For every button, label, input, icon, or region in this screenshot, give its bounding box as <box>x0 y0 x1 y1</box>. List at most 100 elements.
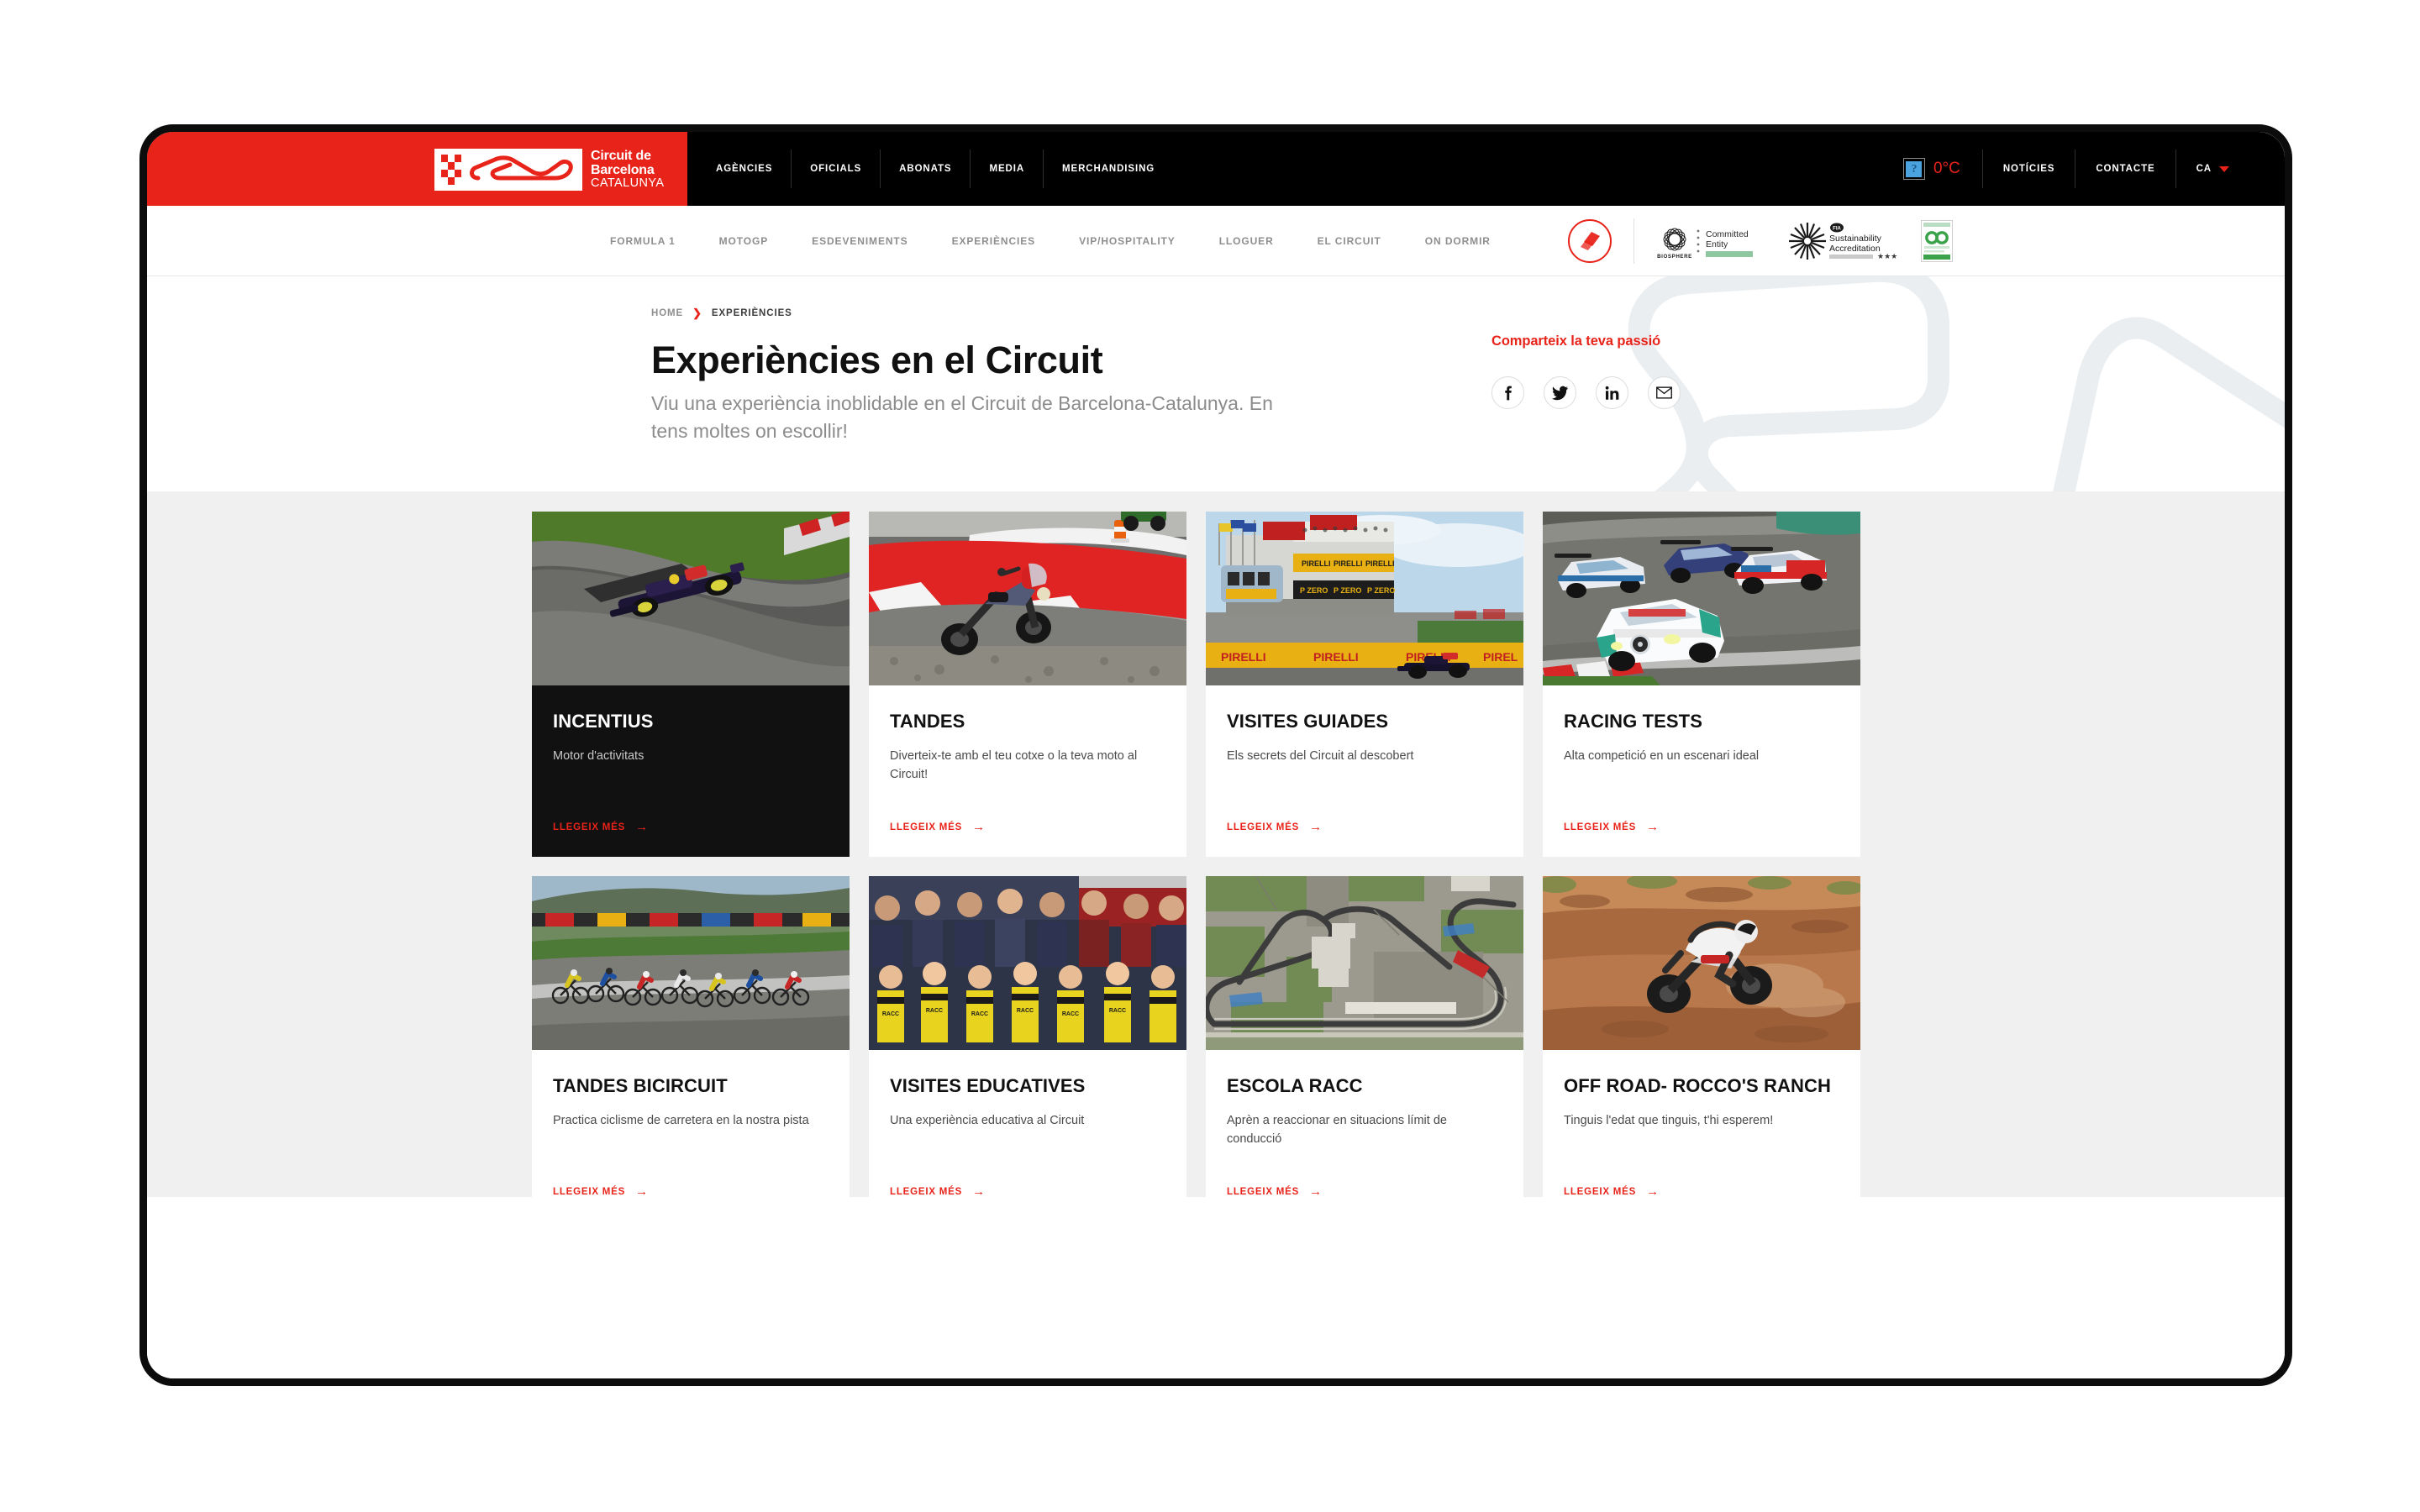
svg-text:FIA: FIA <box>1833 226 1841 231</box>
biosphere-committed-entity-text: Committed Entity <box>1697 229 1753 257</box>
share-facebook-button[interactable] <box>1491 376 1524 409</box>
card-read-more-link[interactable]: LLEGEIX MÉS → <box>890 821 986 833</box>
experience-card[interactable]: ESCOLA RACC Aprèn a reaccionar en situac… <box>1206 876 1523 1221</box>
topnav-item-media[interactable]: MEDIA <box>970 150 1043 188</box>
carbon-neutral-icon <box>1921 219 1953 262</box>
nav-item-experiencies[interactable]: EXPERIÈNCIES <box>930 235 1058 247</box>
card-title: TANDES <box>890 711 965 732</box>
share-twitter-button[interactable] <box>1544 376 1576 409</box>
language-value: CA <box>2196 164 2212 174</box>
svg-text:Accreditation: Accreditation <box>1829 244 1881 254</box>
linkedin-icon <box>1605 386 1618 400</box>
facebook-icon <box>1504 386 1512 400</box>
share-email-button[interactable] <box>1648 376 1681 409</box>
card-title: INCENTIUS <box>553 711 654 732</box>
experience-card[interactable]: TANDES Diverteix-te amb el teu cotxe o l… <box>869 512 1186 857</box>
nav-item-vip-hospitality[interactable]: VIP/HOSPITALITY <box>1057 235 1197 247</box>
site-logo[interactable]: Circuit de Barcelona CATALUNYA <box>434 149 664 191</box>
svg-text:RACC: RACC <box>1109 1008 1126 1014</box>
page-subtitle: Viu una experiència inoblidable en el Ci… <box>651 392 1273 442</box>
nav-item-motogp[interactable]: MOTOGP <box>697 235 791 247</box>
topnav-item-contacte[interactable]: CONTACTE <box>2075 150 2175 188</box>
language-selector[interactable]: CA <box>2175 150 2249 188</box>
experience-card[interactable]: PIRELLI PIRELLI PIRELLI PIREL <box>1206 512 1523 857</box>
breadcrumb: HOME ❯ EXPERIÈNCIES <box>651 307 792 320</box>
fia-sustainability-accreditation-badge: FIA Sustainability Accreditation ★★★ <box>1786 220 1899 262</box>
fia-accreditation-text: FIA Sustainability Accreditation ★★★ <box>1829 223 1897 261</box>
card-title: VISITES EDUCATIVES <box>890 1075 1086 1096</box>
card-read-more-link[interactable]: LLEGEIX MÉS → <box>553 1185 649 1198</box>
card-read-more-link[interactable]: LLEGEIX MÉS → <box>553 821 649 833</box>
card-description: Tinguis l'edat que tinguis, t'hi esperem… <box>1564 1113 1774 1127</box>
topnav-item-abonats[interactable]: ABONATS <box>880 150 970 188</box>
share-icon-row <box>1491 376 1681 409</box>
card-image-aerial-view-of-circuit <box>1206 876 1523 1050</box>
card-title: RACING TESTS <box>1564 711 1702 732</box>
arrow-right-icon: → <box>1646 1184 1660 1199</box>
experiences-section: INCENTIUS Motor d'activitats LLEGEIX MÉS… <box>147 491 2285 1221</box>
card-read-more-link[interactable]: LLEGEIX MÉS → <box>1227 821 1323 833</box>
weather-widget[interactable]: ? 0°C <box>1902 158 1960 180</box>
topnav-item-merchandising[interactable]: MERCHANDISING <box>1043 150 1173 188</box>
card-read-more-link[interactable]: LLEGEIX MÉS → <box>1564 821 1660 833</box>
chevron-down-icon <box>2219 165 2229 172</box>
experience-card[interactable]: RACING TESTS Alta competició en un escen… <box>1543 512 1860 857</box>
card-description: Motor d'activitats <box>553 748 644 763</box>
experience-card[interactable]: RACC RACC RACC RACC RACC RACC VISITES ED… <box>869 876 1186 1221</box>
logo-line-1: Circuit de <box>591 149 651 164</box>
svg-text:P ZERO: P ZERO <box>1367 586 1395 595</box>
arrow-right-icon: → <box>1646 820 1660 834</box>
svg-text:RACC: RACC <box>1062 1011 1079 1017</box>
svg-text:PIRELLI: PIRELLI <box>1365 559 1395 568</box>
tickets-icon <box>1581 231 1600 250</box>
svg-text:Sustainability: Sustainability <box>1829 234 1882 244</box>
email-icon <box>1656 386 1672 399</box>
nav-item-el-circuit[interactable]: EL CIRCUIT <box>1296 235 1403 247</box>
card-title: TANDES BICIRCUIT <box>553 1075 728 1096</box>
arrow-right-icon: → <box>1309 1184 1323 1199</box>
weather-temperature: 0°C <box>1933 160 1960 177</box>
nav-item-on-dormir[interactable]: ON DORMIR <box>1403 235 1512 247</box>
svg-text:PIRELLI: PIRELLI <box>1334 559 1363 568</box>
svg-text:P ZERO: P ZERO <box>1300 586 1328 595</box>
card-description: Els secrets del Circuit al descobert <box>1227 748 1414 763</box>
nav-item-lloguer[interactable]: LLOGUER <box>1197 235 1296 247</box>
svg-text:PIREL: PIREL <box>1483 650 1518 664</box>
nav-item-formula-1[interactable]: FORMULA 1 <box>588 235 697 247</box>
card-cta-label: LLEGEIX MÉS <box>1227 1186 1300 1197</box>
tickets-button[interactable] <box>1568 218 1612 263</box>
card-cta-label: LLEGEIX MÉS <box>890 1186 963 1197</box>
share-linkedin-button[interactable] <box>1596 376 1628 409</box>
page-viewport: Circuit de Barcelona CATALUNYA AGÈNCIES … <box>147 132 2285 1378</box>
card-image-formula-1-car-on-track <box>532 512 850 685</box>
card-read-more-link[interactable]: LLEGEIX MÉS → <box>1564 1185 1660 1198</box>
breadcrumb-home[interactable]: HOME <box>651 308 683 318</box>
arrow-right-icon: → <box>972 820 986 834</box>
primary-nav-bar: FORMULA 1 MOTOGP ESDEVENIMENTS EXPERIÈNC… <box>147 206 2285 276</box>
topnav-item-noticies[interactable]: NOTÍCIES <box>1981 150 2075 188</box>
biosphere-spirograph-icon: BIOSPHERE <box>1657 228 1692 260</box>
svg-text:P ZERO: P ZERO <box>1334 586 1361 595</box>
experience-card[interactable]: OFF ROAD- ROCCO'S RANCH Tinguis l'edat q… <box>1543 876 1860 1221</box>
experience-card[interactable]: INCENTIUS Motor d'activitats LLEGEIX MÉS… <box>532 512 850 857</box>
card-read-more-link[interactable]: LLEGEIX MÉS → <box>1227 1185 1323 1198</box>
card-cta-label: LLEGEIX MÉS <box>1564 1186 1637 1197</box>
svg-text:RACC: RACC <box>882 1011 899 1017</box>
svg-text:RACC: RACC <box>971 1011 988 1017</box>
nav-item-esdeveniments[interactable]: ESDEVENIMENTS <box>790 235 929 247</box>
logo-line-2: Barcelona <box>591 162 655 177</box>
logo-mark-icon <box>434 149 582 191</box>
breadcrumb-current: EXPERIÈNCIES <box>711 308 792 318</box>
card-cta-label: LLEGEIX MÉS <box>553 822 626 832</box>
logo-wordmark: Circuit de Barcelona CATALUNYA <box>591 149 665 190</box>
topnav-item-oficials[interactable]: OFICIALS <box>791 150 880 188</box>
card-read-more-link[interactable]: LLEGEIX MÉS → <box>890 1185 986 1198</box>
experience-card[interactable]: TANDES BICIRCUIT Practica ciclisme de ca… <box>532 876 850 1221</box>
topnav-item-agencies[interactable]: AGÈNCIES <box>697 150 791 188</box>
svg-text:PIRELLI: PIRELLI <box>1302 559 1331 568</box>
biosphere-wordmark: BIOSPHERE <box>1657 254 1692 260</box>
svg-text:PIRELLI: PIRELLI <box>1313 650 1359 664</box>
nav-badges: BIOSPHERE Committed Entity FIA Sustainab… <box>1568 206 1953 276</box>
card-image-motocross-rider-in-dirt <box>1543 876 1860 1050</box>
logo-line-3: CATALUNYA <box>591 176 665 190</box>
